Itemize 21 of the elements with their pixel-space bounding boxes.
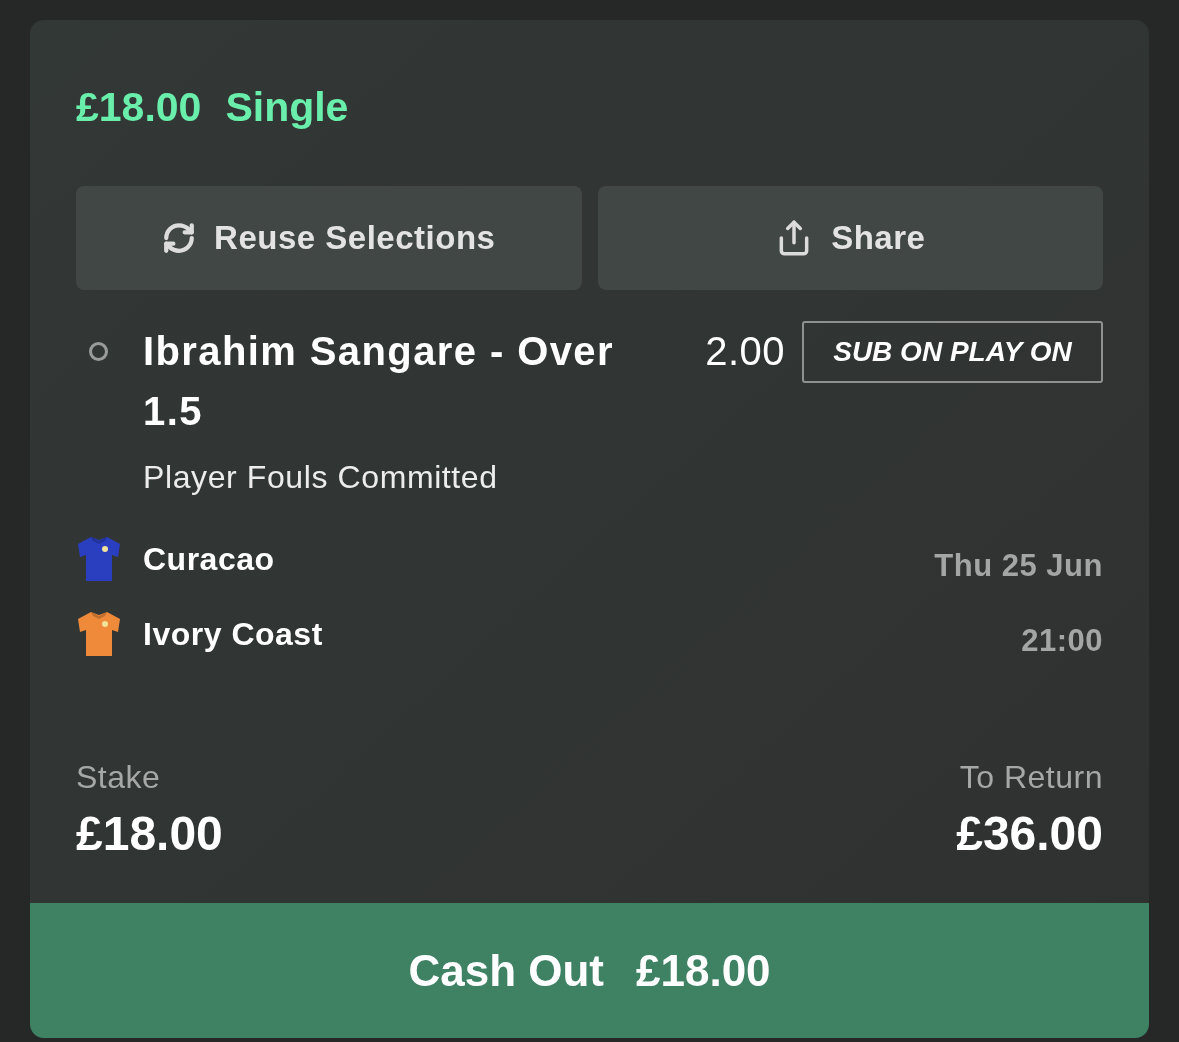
to-return-label: To Return — [959, 758, 1103, 797]
to-return-value: £36.00 — [956, 806, 1103, 862]
odds: 2.00 — [705, 328, 785, 375]
status-ring-icon — [89, 342, 108, 361]
jersey-icon — [76, 535, 122, 583]
team-name: Ivory Coast — [143, 615, 323, 654]
stake-value: £18.00 — [76, 806, 223, 862]
stake-label: Stake — [76, 758, 162, 797]
jersey-icon — [76, 610, 122, 658]
selection-title: Ibrahim Sangare - Over 1.5 — [143, 328, 615, 435]
refresh-icon — [162, 221, 197, 255]
reuse-selections-button[interactable]: Reuse Selections — [76, 186, 582, 290]
event-date: Thu 25 Jun — [934, 546, 1103, 585]
bet-type: Single — [225, 83, 349, 131]
market-name: Player Fouls Committed — [143, 458, 498, 497]
share-button[interactable]: Share — [597, 186, 1103, 290]
cash-out-button[interactable]: Cash Out £18.00 — [30, 903, 1149, 1038]
team-name: Curacao — [143, 540, 275, 579]
event-time: 21:00 — [1021, 621, 1103, 660]
sub-on-play-on-badge: SUB ON PLAY ON — [802, 321, 1103, 383]
bet-amount: £18.00 — [76, 83, 202, 131]
